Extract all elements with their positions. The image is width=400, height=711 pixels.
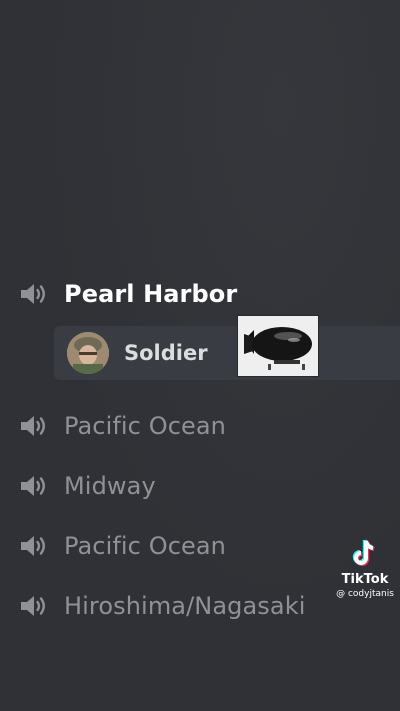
tiktok-logo-icon <box>352 539 375 566</box>
speaker-icon <box>18 412 50 440</box>
voice-user-name: Soldier <box>124 341 208 365</box>
voice-channel-label: Pacific Ocean <box>64 412 226 440</box>
voice-channel-hiroshima-nagasaki[interactable]: Hiroshima/Nagasaki <box>18 586 305 626</box>
voice-channel-label: Pacific Ocean <box>64 532 226 560</box>
voice-channel-pacific-ocean-2[interactable]: Pacific Ocean <box>18 526 226 566</box>
tiktok-brand: TikTok <box>341 572 389 587</box>
speaker-icon <box>18 592 50 620</box>
soldier-avatar <box>67 332 109 374</box>
voice-channel-midway[interactable]: Midway <box>18 466 156 506</box>
speaker-icon <box>18 472 50 500</box>
stream-preview-thumbnail[interactable] <box>238 316 318 376</box>
voice-channel-label: Hiroshima/Nagasaki <box>64 592 306 620</box>
speaker-icon <box>18 532 50 560</box>
voice-channel-pacific-ocean[interactable]: Pacific Ocean <box>18 406 226 446</box>
tiktok-watermark: TikTok @ codyjtanis <box>332 538 398 600</box>
tiktok-handle: @ codyjtanis <box>336 589 394 599</box>
voice-user-row[interactable]: Soldier <box>54 326 400 380</box>
voice-channel-label: Midway <box>64 472 156 500</box>
speaker-icon <box>18 280 50 308</box>
bomb-image <box>238 316 318 376</box>
voice-channel-pearl-harbor[interactable]: Pearl Harbor <box>18 274 237 314</box>
voice-channel-label: Pearl Harbor <box>64 280 238 308</box>
